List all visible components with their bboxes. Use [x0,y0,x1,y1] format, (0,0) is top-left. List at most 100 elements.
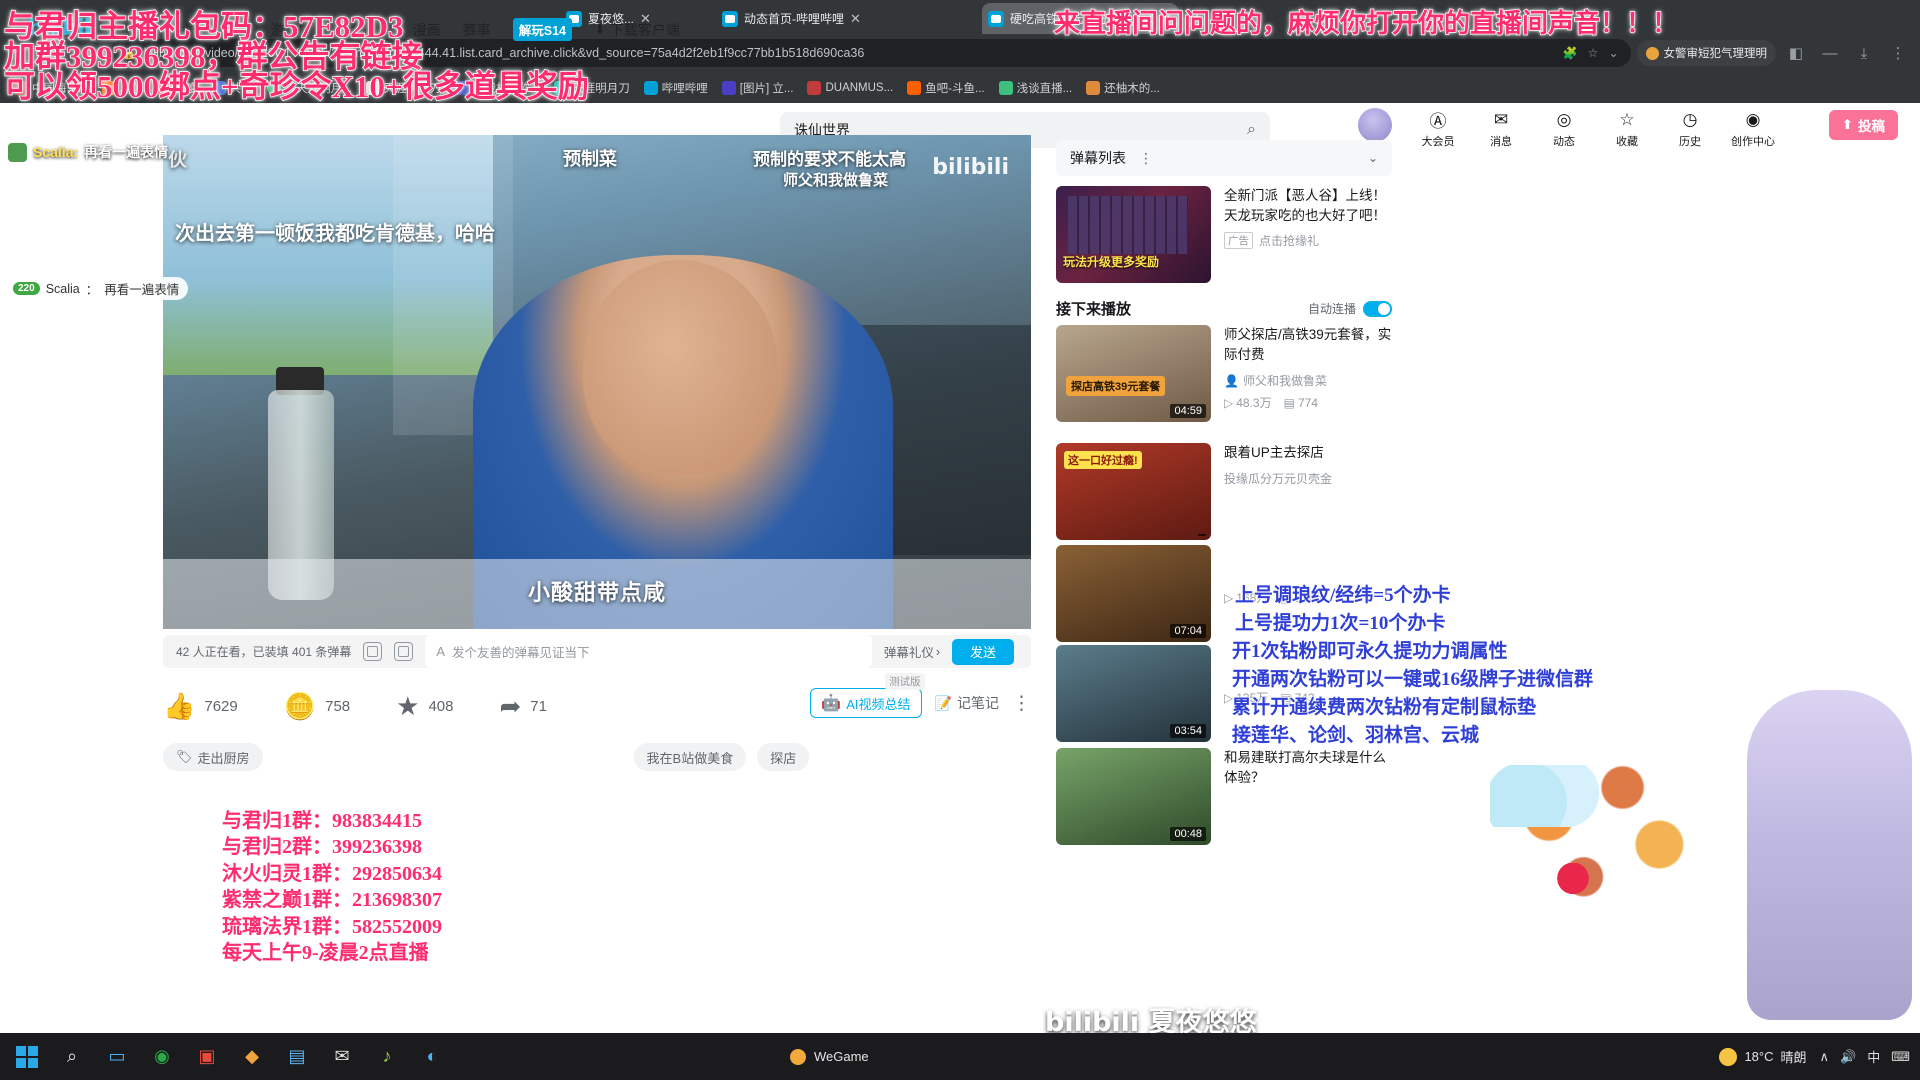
taskbar-item-edge[interactable]: ◐ [413,1038,451,1076]
header-item-vip[interactable]: Ⓐ 大会员 [1416,108,1460,149]
user-avatar[interactable] [1353,108,1397,142]
taskbar-item-music[interactable]: ♪ [368,1038,406,1076]
ai-summary-button[interactable]: 测试版 🤖 AI视频总结 [810,673,925,718]
coin-button[interactable]: 🪙 758 [284,693,350,719]
chevron-down-icon[interactable]: ⌄ [1368,151,1378,165]
like-button[interactable]: 👍 7629 [163,693,238,719]
browser-menu-button[interactable]: ⋮ [1884,39,1912,67]
header-item-history[interactable]: ◷ 历史 [1668,108,1712,149]
nav-item-shop[interactable]: 会员购 [349,20,391,40]
bookmark-favicon [156,80,171,95]
header-item-creator[interactable]: ◉ 创作中心 [1731,108,1775,149]
bookmark-item[interactable]: 哔哩哔哩 [638,77,714,99]
recommendation-uploader[interactable]: 投缘瓜分万元贝壳金 [1224,470,1392,487]
bookmark-item[interactable]: 天涯明月刀 [548,77,636,99]
danmaku-list-panel-header[interactable]: 弹幕列表 ⋮ ⌄ [1056,140,1392,176]
bookmark-item[interactable]: 中国海军... [8,77,94,99]
danmaku-list-more-icon[interactable]: ⋮ [1139,150,1153,167]
star-icon: ☆ [1619,109,1635,129]
nav-badge-s14[interactable]: 解玩S14 [512,18,572,41]
note-button[interactable]: 📝 记笔记 [935,693,999,713]
taskbar-item-chrome[interactable]: ◉ [143,1038,181,1076]
download-icon[interactable]: ⤓ [1850,39,1878,67]
wegame-icon [790,1048,806,1065]
recommendation-item[interactable]: 00:48 和易建联打高尔夫球是什么体验？ [1056,748,1392,845]
recommendation-item[interactable]: 探店高铁39元套餐 04:59 师父探店/高铁39元套餐，实际付费431×2+1… [1056,325,1392,422]
nav-item-manga[interactable]: 漫画 [413,20,441,40]
bookmark-item[interactable]: 共图 [206,77,259,99]
danmaku-send-button[interactable]: 发送 [952,638,1014,665]
taskbar-item-task-view[interactable]: ▭ [98,1038,136,1076]
search-icon[interactable]: ⌕ [1247,121,1256,139]
tray-expand-icon[interactable]: ∧ [1820,1049,1830,1065]
font-style-icon[interactable]: A [436,644,445,659]
profile-pill[interactable]: 女警审短犯气理理明 [1636,40,1776,66]
tag-item[interactable]: 探店 [757,743,810,771]
nav-item-home[interactable]: 首页 ⌄ [106,20,149,40]
new-tab-button[interactable]: + [1192,8,1203,26]
autoplay-control[interactable]: 自动连播 [1308,300,1392,317]
reload-button[interactable]: ⟳ [76,39,104,67]
keyboard-icon[interactable]: ⌨ [1891,1049,1910,1065]
bilibili-logo[interactable]: bilibili [28,16,98,41]
tag-item[interactable]: 🏷 走出厨房 [163,743,263,771]
browser-tab-2[interactable]: 动态首页-哔哩哔哩 ✕ [716,3,976,34]
recommendation-item[interactable]: 这一口好过瘾! 跟着UP主去探店 投缘瓜分万元贝壳金 [1056,443,1392,540]
bookmark-item[interactable]: 《天涯明月... [261,77,358,99]
header-item-messages[interactable]: ✉ 消息 [1479,108,1523,149]
extension-icon[interactable]: ◧ [1782,39,1810,67]
header-item-dynamic[interactable]: ◎ 动态 [1542,108,1586,149]
tab-audio-icon[interactable]: ◀) [1143,12,1155,25]
browser-tab-3-active[interactable]: 硬吃高铁40元一份的盒饭_ ◀) ✕ [982,3,1178,34]
video-player[interactable]: 伙 预制菜 预制的要求不能太高 师父和我做鲁菜 次出去第一顿饭我都吃肯德基，哈哈… [163,135,1031,629]
nav-item-esports[interactable]: 赛事 [463,20,491,40]
bookmark-item[interactable]: 浅谈直播... [993,77,1079,99]
ime-icon[interactable]: 中 [1867,1047,1880,1066]
volume-icon[interactable]: 🔊 [1840,1049,1856,1065]
danmaku-text-field[interactable]: A 发个友善的弹幕见证当下 [425,635,872,668]
taskbar-item-qq[interactable]: ◆ [233,1038,271,1076]
taskbar-item-mail[interactable]: ✉ [323,1038,361,1076]
bookmark-label: DUANMUS... [825,81,894,94]
danmaku-etiquette-link[interactable]: 弹幕礼仪 › [884,642,940,661]
danmaku-settings-icon[interactable] [363,642,383,661]
header-item-favorites[interactable]: ☆ 收藏 [1605,108,1649,149]
bookmark-item[interactable]: 天涯明月刀 [360,77,448,99]
danmaku-block-icon[interactable] [394,642,414,661]
minimize-window-button[interactable]: — [1816,39,1844,67]
taskbar-running-wegame[interactable]: WeGame [790,1033,869,1080]
bookmark-item[interactable]: 鱼吧-斗鱼... [901,77,990,99]
recommendation-uploader[interactable]: 👤 师父和我做鲁菜 [1224,372,1392,389]
bookmark-item[interactable]: 百度 [151,77,204,99]
share-button[interactable]: ➦ 71 [500,693,547,719]
bookmark-item[interactable]: 斗鱼 [96,77,149,99]
tab-close-icon[interactable]: ✕ [1161,12,1172,25]
puzzle-icon[interactable]: 🧩 [1563,46,1578,60]
bookmark-item[interactable]: DUANMUS... [801,78,899,98]
chevron-down-icon[interactable]: ⌄ [1608,46,1618,60]
nav-item-download-client[interactable]: ⬇ 下载客户端 [594,20,680,40]
bookmark-item[interactable]: 还柚木的... [1080,77,1166,99]
bookmark-item[interactable]: [图片] 立... [716,77,800,99]
tab-close-icon[interactable]: ✕ [850,12,861,25]
nav-item-bangumi[interactable]: 番剧 [171,20,199,40]
taskbar-search-button[interactable]: ⌕ [53,1038,91,1076]
taskbar-item-folder[interactable]: ▤ [278,1038,316,1076]
nav-item-live[interactable]: 直播 [221,20,249,40]
address-bar[interactable]: 🔒 bilibili.com/video/BV1z9C1Y1Ez5/?spm_i… [110,39,1631,67]
upload-button[interactable]: ⬆ 投稿 [1828,110,1898,140]
bookmark-item[interactable]: 呀我相约作... [449,77,546,99]
nav-item-gamecenter[interactable]: 游戏中心 [271,20,327,40]
autoplay-toggle[interactable] [1363,300,1392,317]
start-button[interactable] [8,1038,46,1076]
forward-button[interactable]: › [42,39,70,67]
advertisement-card[interactable]: 玩法升级更多奖励 全新门派【恶人谷】上线！天龙玩家吃的也大好了吧！ 广告 点击抢… [1056,186,1392,283]
more-actions-button[interactable]: ⋮ [1012,694,1031,713]
back-button[interactable]: ‹ [8,39,36,67]
star-icon[interactable]: ☆ [1588,46,1599,60]
recommendation-title: 和易建联打高尔夫球是什么体验？ [1224,750,1386,785]
favorite-button[interactable]: ★ 408 [396,693,453,719]
tag-item[interactable]: 我在B站做美食 [633,743,747,771]
taskbar-weather[interactable]: 18°C 晴朗 [1719,1047,1807,1066]
taskbar-item-wechat[interactable]: ▣ [188,1038,226,1076]
